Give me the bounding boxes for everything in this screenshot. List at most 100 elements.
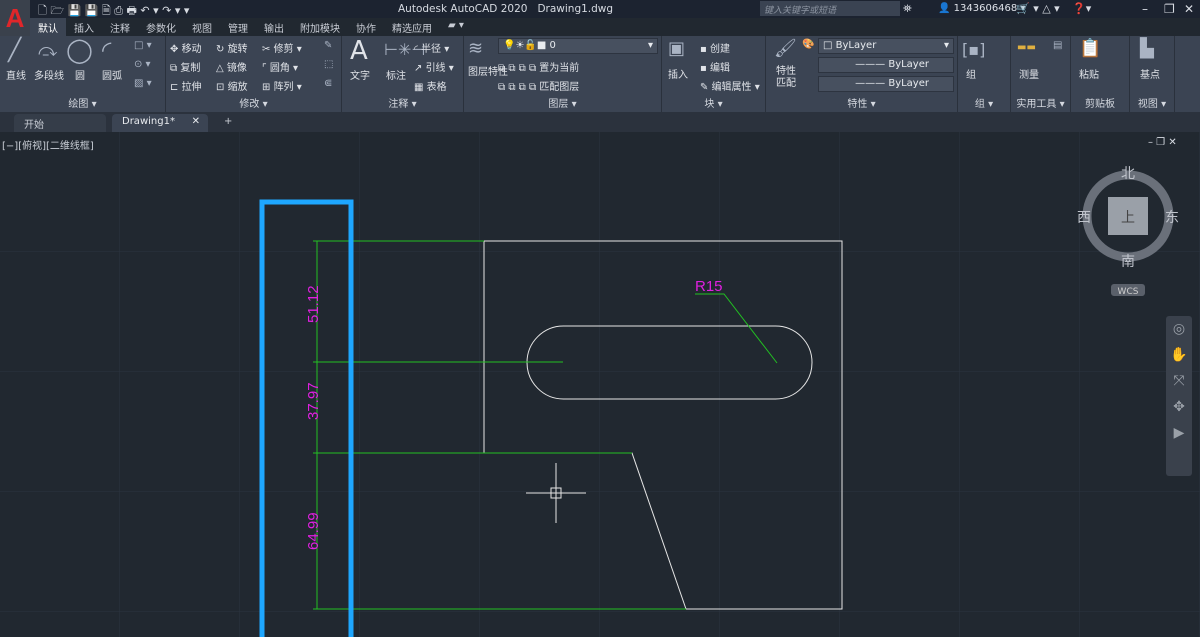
tab-start[interactable]: 开始 [14,114,106,132]
mirror-button[interactable]: △ 镜像 [216,59,247,74]
create-block-button[interactable]: ▪ 创建 [700,40,730,55]
rotate-button[interactable]: ↻ 旋转 [216,40,248,55]
close-tab-icon[interactable]: ✕ [192,116,200,127]
binoculars-icon[interactable]: ⛯ [903,2,912,16]
help-icon[interactable]: ❓▾ [1072,2,1091,15]
svg-text:北: 北 [1121,166,1135,182]
panel-block: ▣ 插入 ▪ 创建 ▪ 编辑 ✎ 编辑属性 ▾ 块 ▾ [662,36,766,112]
panel-label[interactable]: 视图 ▾ [1130,95,1174,110]
set-current-button[interactable]: ⧉ ⧉ ⧉ ⧉ 置为当前 [498,59,579,74]
edit-block-button[interactable]: ▪ 编辑 [700,59,730,74]
paste-button[interactable]: 粘贴 [1079,66,1099,81]
minimize-button[interactable]: – [1142,2,1148,16]
array-button[interactable]: ⊞ 阵列 ▾ [262,78,302,93]
match-properties-button[interactable]: 特性匹配 [776,66,798,90]
layer-properties-icon: ≋ [468,38,484,59]
erase-icon[interactable]: ✎ [324,40,332,51]
panel-label[interactable]: 修改 ▾ [166,95,341,110]
arc-button[interactable]: 圆弧 [102,67,122,82]
tab-collaborate[interactable]: 协作 [348,18,384,36]
measure-icon: ▬▬ [1017,42,1036,53]
radius-label[interactable]: R15 [695,278,723,295]
viewport-controls[interactable]: [−][俯视][二维线框] [2,137,94,152]
insert-button[interactable]: 插入 [668,66,688,81]
tab-output[interactable]: 输出 [256,18,292,36]
line-icon: ╱ [8,38,22,63]
svg-text:东: 东 [1165,210,1179,226]
dimension-button[interactable]: 标注 [386,67,406,82]
panel-label[interactable]: 块 ▾ [662,95,765,110]
fillet-button[interactable]: ⌜ 圆角 ▾ [262,59,298,74]
table-button[interactable]: ▦ 表格 [414,78,447,93]
dimension-51[interactable]: 51.12 [305,285,322,323]
radius-button[interactable]: ◜ 半径 ▾ [414,40,449,55]
leader-button[interactable]: ↗ 引线 ▾ [414,59,454,74]
calculator-icon[interactable]: ▤ [1053,40,1062,51]
tab-default[interactable]: 默认 [30,18,66,36]
ribbon-tabs: 默认 插入 注释 参数化 视图 管理 输出 附加模块 协作 精选应用 ▰ ▾ [30,18,472,36]
polyline-button[interactable]: 多段线 [34,67,64,82]
lineweight-dropdown[interactable]: ——— ByLayer [818,76,954,92]
group-button[interactable]: 组 [966,66,976,81]
new-tab-button[interactable]: + [214,114,242,132]
panel-label[interactable]: 实用工具 ▾ [1011,95,1070,110]
linetype-dropdown[interactable]: ——— ByLayer [818,57,954,73]
hatch-icon[interactable]: ▨ ▾ [134,78,152,89]
svg-text:西: 西 [1077,210,1091,226]
stretch-button[interactable]: ⊏ 拉伸 [170,78,202,93]
title-bar: 🗋 🗁 💾 💾 🗎 ⎙ 🖶 ↶ ▾ ↷ ▾ ▾ Autodesk AutoCAD… [0,0,1200,18]
panel-annotation: A 文字 ⊢✳⊣ 标注 ◜ 半径 ▾ ↗ 引线 ▾ ▦ 表格 注释 ▾ [342,36,464,112]
search-input[interactable]: 键入关键字或短语 [760,1,900,16]
panel-label[interactable]: 图层 ▾ [464,95,661,110]
navigation-bar[interactable]: ◎ ✋ ⤧ ✥ ▶ [1166,316,1192,476]
app-logo[interactable]: A [0,0,30,36]
tab-parametric[interactable]: 参数化 [138,18,184,36]
panel-properties: 🖌 特性匹配 🎨 □ ByLayer ▾ ——— ByLayer ——— ByLa… [766,36,958,112]
trim-button[interactable]: ✂ 修剪 ▾ [262,40,302,55]
tab-view[interactable]: 视图 [184,18,220,36]
copy-button[interactable]: ⧉ 复制 [170,59,200,74]
measure-button[interactable]: 测量 [1019,66,1039,81]
drawing-canvas[interactable]: R15 51.12 37.97 64.99 上 北 南 东 西 WCS [0,132,1200,637]
panel-label[interactable]: 绘图 ▾ [0,95,165,110]
line-button[interactable]: 直线 [6,67,26,82]
edit-attributes-button[interactable]: ✎ 编辑属性 ▾ [700,78,760,93]
rectangle-icon[interactable]: □ ▾ [134,40,152,51]
cart-icon[interactable]: 🛒 ▾ △ ▾ [1016,2,1060,15]
explode-icon[interactable]: ⬚ [324,59,333,70]
panel-modify: ✥ 移动 ↻ 旋转 ✂ 修剪 ▾ ⧉ 复制 △ 镜像 ⌜ 圆角 ▾ ⊏ 拉伸 ⊡… [166,36,342,112]
panel-group: [▪] 组 组 ▾ [958,36,1011,112]
scale-button[interactable]: ⊡ 缩放 [216,78,248,93]
text-button[interactable]: 文字 [350,67,370,82]
basepoint-button[interactable]: 基点 [1140,66,1160,81]
match-layer-button[interactable]: ⧉ ⧉ ⧉ ⧉ 匹配图层 [498,78,579,93]
ellipse-icon[interactable]: ⊙ ▾ [134,59,151,70]
tab-manage[interactable]: 管理 [220,18,256,36]
offset-icon[interactable]: ⋐ [324,78,332,89]
panel-label[interactable]: 组 ▾ [958,95,1010,110]
dimension-64[interactable]: 64.99 [305,512,322,550]
panel-label: 剪贴板 [1085,99,1115,110]
tab-addins[interactable]: 附加模块 [292,18,348,36]
move-button[interactable]: ✥ 移动 [170,40,202,55]
tab-annotate[interactable]: 注释 [102,18,138,36]
panel-utilities: ▬▬ 测量 ▤ 实用工具 ▾ [1011,36,1071,112]
panel-label[interactable]: 注释 ▾ [342,95,463,110]
close-button[interactable]: ✕ [1184,2,1194,16]
app-title: Autodesk AutoCAD 2020 Drawing1.dwg [398,3,614,15]
restore-button[interactable]: ❐ [1164,2,1175,16]
paste-icon: 📋 [1079,38,1102,59]
insert-icon: ▣ [668,38,686,59]
tab-featured[interactable]: 精选应用 [384,18,440,36]
viewport-window-controls[interactable]: – ❐ ✕ [1148,137,1177,148]
panel-label[interactable]: 特性 ▾ [766,95,957,110]
tab-insert[interactable]: 插入 [66,18,102,36]
circle-button[interactable]: 圆 [75,67,85,82]
tab-drawing1[interactable]: Drawing1* ✕ [112,114,208,132]
group-icon: [▪] [962,40,986,59]
layer-dropdown[interactable]: 💡☀🔓■ 0 ▾ [498,38,658,54]
dimension-37[interactable]: 37.97 [305,382,322,420]
camera-icon[interactable]: ▰ ▾ [440,18,472,36]
user-account[interactable]: 👤 1343606468 ▾ [938,3,1025,14]
color-dropdown[interactable]: □ ByLayer ▾ [818,38,954,54]
